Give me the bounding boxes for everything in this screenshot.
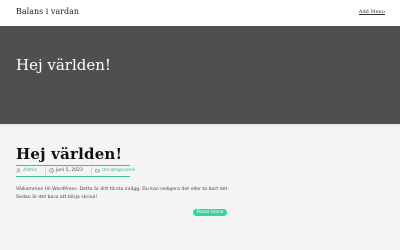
post-excerpt: Välkommen till WordPress. Detta är ditt … — [16, 186, 246, 202]
meta-separator — [45, 167, 46, 175]
meta-category: Uncategorized — [95, 168, 135, 173]
post-date: juni 5, 2023 — [56, 168, 83, 173]
meta-author: Admin — [16, 168, 37, 173]
hero-title: Hej världen! — [16, 56, 111, 74]
clock-icon — [49, 168, 54, 173]
divider — [0, 124, 400, 126]
author-link[interactable]: Admin — [23, 168, 37, 173]
folder-icon — [95, 169, 100, 173]
site-header: Balans i vardan Add Menu — [0, 0, 400, 26]
category-link[interactable]: Uncategorized — [102, 168, 135, 173]
excerpt-line: Välkommen till WordPress. Detta är ditt … — [16, 187, 229, 192]
meta-separator — [91, 167, 92, 175]
add-menu-link[interactable]: Add Menu — [359, 9, 385, 15]
meta-date: juni 5, 2023 — [49, 168, 83, 173]
post-meta: Admin juni 5, 2023 Uncategorized — [16, 165, 135, 177]
site-title[interactable]: Balans i vardan — [16, 7, 79, 16]
read-more-button[interactable]: Read More — [193, 209, 227, 216]
excerpt-line: Sedan är det bara att börja skriva! — [16, 195, 98, 200]
user-icon — [16, 168, 21, 173]
hero-banner: Hej världen! — [0, 26, 400, 124]
post-title[interactable]: Hej världen! — [16, 145, 122, 163]
